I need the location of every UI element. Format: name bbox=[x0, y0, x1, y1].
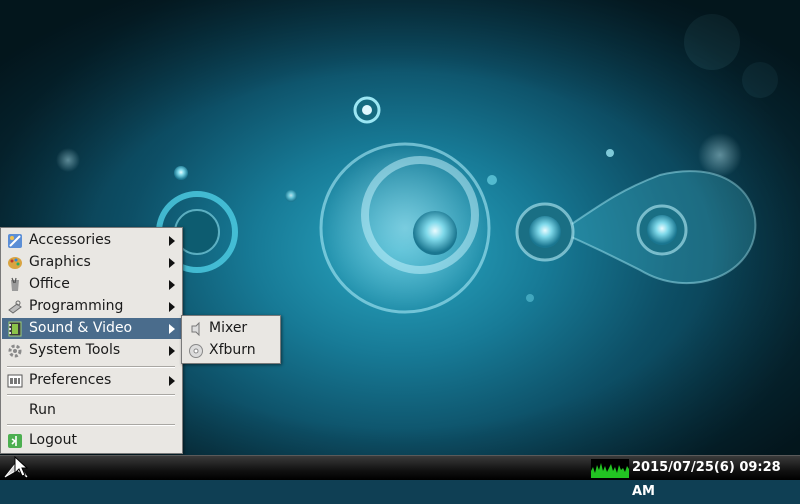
clock[interactable]: 2015/07/25(6) 09:28 AM bbox=[632, 456, 800, 499]
menu-separator bbox=[7, 366, 175, 368]
cpu-monitor-icon bbox=[591, 463, 629, 478]
menu-item-logout[interactable]: Logout bbox=[2, 430, 181, 451]
menu-item-label: Xfburn bbox=[209, 342, 256, 358]
menu-separator bbox=[7, 424, 175, 426]
office-icon bbox=[7, 277, 23, 293]
menu-item-mixer[interactable]: Mixer bbox=[183, 318, 279, 339]
logout-icon bbox=[7, 433, 23, 449]
sound-video-icon bbox=[7, 321, 23, 337]
menu-item-label: Run bbox=[29, 402, 56, 418]
xfburn-icon bbox=[188, 343, 204, 359]
system-tools-icon bbox=[7, 343, 23, 359]
submenu-arrow-icon bbox=[169, 324, 175, 334]
cpu-monitor[interactable] bbox=[591, 459, 629, 478]
taskbar: 2015/07/25(6) 09:28 AM bbox=[0, 455, 800, 499]
menu-item-label: Programming bbox=[29, 298, 124, 314]
graphics-icon bbox=[7, 255, 23, 271]
menu-item-system-tools[interactable]: System Tools bbox=[2, 340, 181, 361]
submenu-arrow-icon bbox=[169, 236, 175, 246]
submenu-arrow-icon bbox=[169, 280, 175, 290]
menu-item-graphics[interactable]: Graphics bbox=[2, 252, 181, 273]
menu-item-label: Preferences bbox=[29, 372, 112, 388]
preferences-icon bbox=[7, 373, 23, 389]
menu-item-label: Logout bbox=[29, 432, 77, 448]
menu-item-xfburn[interactable]: Xfburn bbox=[183, 340, 279, 361]
menu-item-office[interactable]: Office bbox=[2, 274, 181, 295]
application-menu: Accessories Graphics Office Programming … bbox=[0, 227, 183, 454]
submenu-arrow-icon bbox=[169, 258, 175, 268]
submenu-arrow-icon bbox=[169, 376, 175, 386]
menu-item-label: Accessories bbox=[29, 232, 112, 248]
mixer-icon bbox=[188, 321, 204, 337]
accessories-icon bbox=[7, 233, 23, 249]
menu-item-accessories[interactable]: Accessories bbox=[2, 230, 181, 251]
programming-icon bbox=[7, 299, 23, 315]
menu-item-sound-video[interactable]: Sound & Video bbox=[2, 318, 181, 339]
menu-item-label: Mixer bbox=[209, 320, 248, 336]
sound-video-submenu: Mixer Xfburn bbox=[181, 315, 281, 364]
menu-item-preferences[interactable]: Preferences bbox=[2, 370, 181, 391]
menu-item-run[interactable]: Run bbox=[2, 400, 181, 421]
submenu-arrow-icon bbox=[169, 302, 175, 312]
menu-separator bbox=[7, 394, 175, 396]
menu-item-programming[interactable]: Programming bbox=[2, 296, 181, 317]
menu-item-label: Sound & Video bbox=[29, 320, 133, 336]
menu-item-label: Graphics bbox=[29, 254, 91, 270]
menu-item-label: Office bbox=[29, 276, 70, 292]
mouse-cursor-icon bbox=[14, 456, 29, 477]
menu-item-label: System Tools bbox=[29, 342, 121, 358]
submenu-arrow-icon bbox=[169, 346, 175, 356]
